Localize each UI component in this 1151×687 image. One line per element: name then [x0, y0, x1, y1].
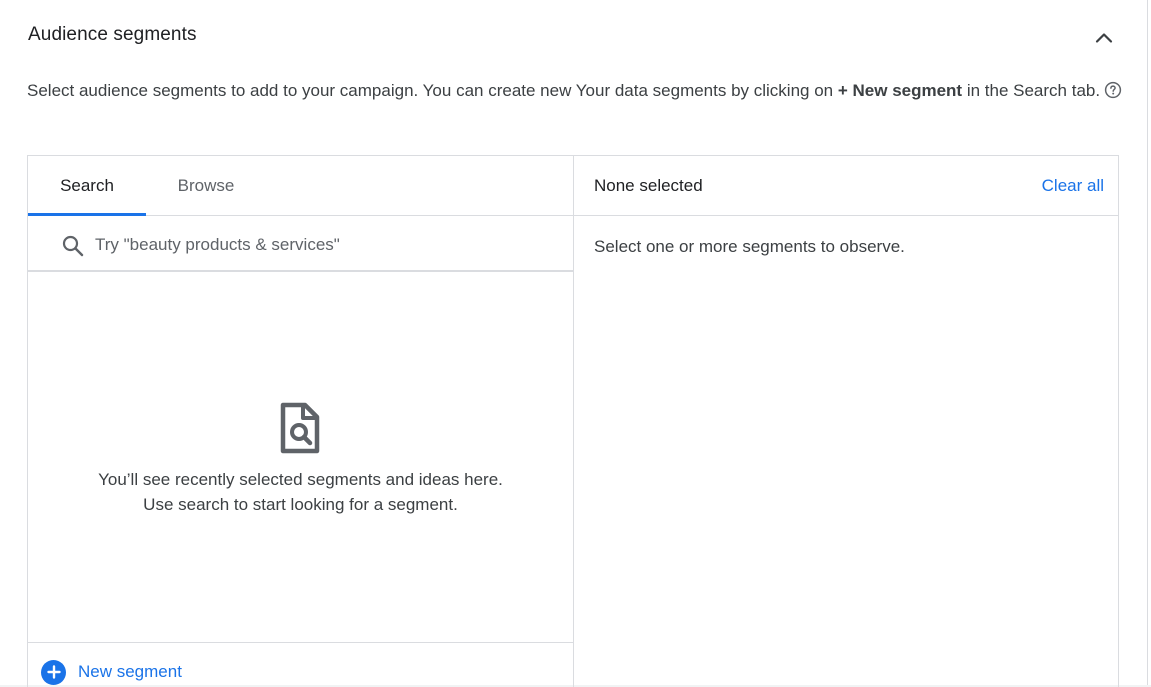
search-input[interactable] — [95, 230, 555, 260]
description-text: Select audience segments to add to your … — [27, 81, 838, 100]
section-description: Select audience segments to add to your … — [27, 78, 1127, 106]
description-new-segment-emphasis: + New segment — [837, 81, 963, 100]
new-segment-label: New segment — [78, 662, 182, 681]
section-title: Audience segments — [28, 24, 197, 45]
document-search-icon — [280, 402, 320, 454]
empty-state: You’ll see recently selected segments an… — [28, 274, 573, 642]
empty-state-message: You’ll see recently selected segments an… — [98, 470, 503, 489]
collapse-button[interactable] — [1090, 24, 1118, 52]
description-text-suffix: in the Search tab. — [962, 81, 1101, 100]
segments-panel: Search Browse You’ll see recently select… — [27, 155, 1119, 687]
selection-status: None selected — [594, 176, 703, 195]
search-bar — [28, 216, 573, 272]
empty-state-hint: Use search to start looking for a segmen… — [143, 495, 458, 514]
tab-search[interactable]: Search — [28, 156, 146, 216]
pane-footer: New segment — [28, 642, 573, 687]
add-circle-icon — [41, 659, 66, 685]
clear-all-button[interactable]: Clear all — [1042, 176, 1104, 196]
help-icon[interactable] — [1104, 81, 1122, 106]
search-pane: Search Browse You’ll see recently select… — [28, 156, 574, 687]
selected-empty-hint: Select one or more segments to observe. — [594, 237, 905, 256]
chevron-up-icon — [1095, 33, 1113, 43]
selected-header: None selected Clear all — [574, 156, 1119, 216]
tab-browse[interactable]: Browse — [146, 156, 266, 216]
tab-bar: Search Browse — [28, 156, 573, 216]
selected-pane: None selected Clear all Select one or mo… — [574, 156, 1119, 687]
search-icon — [62, 235, 84, 257]
new-segment-button[interactable]: New segment — [41, 658, 182, 686]
